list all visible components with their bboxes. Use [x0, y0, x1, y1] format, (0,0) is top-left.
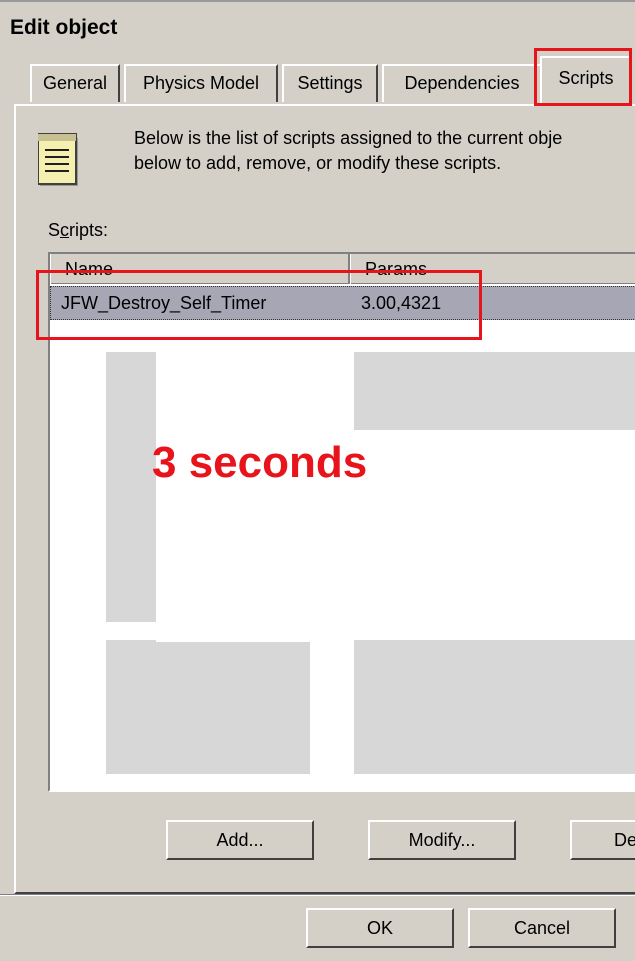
title-bar: Edit object: [0, 0, 635, 54]
description-line-1: Below is the list of scripts assigned to…: [134, 128, 563, 148]
tab-physics-model[interactable]: Physics Model: [124, 64, 278, 102]
tab-scripts[interactable]: Scripts: [540, 56, 632, 106]
delete-button[interactable]: De: [570, 820, 635, 860]
column-header-name[interactable]: Name: [50, 254, 350, 284]
notepad-icon: [38, 133, 78, 186]
table-row[interactable]: JFW_Destroy_Self_Timer 3.00,4321: [50, 286, 635, 320]
tab-general[interactable]: General: [30, 64, 120, 102]
ok-button[interactable]: OK: [306, 908, 454, 948]
description-line-2: below to add, remove, or modify these sc…: [134, 153, 502, 173]
add-button[interactable]: Add...: [166, 820, 314, 860]
tab-strip: General Physics Model Settings Dependenc…: [0, 54, 635, 106]
gray-block: [354, 352, 635, 430]
row-params-cell: 3.00,4321: [361, 293, 442, 313]
gray-block: [354, 640, 635, 774]
tab-settings[interactable]: Settings: [282, 64, 378, 102]
description-text: Below is the list of scripts assigned to…: [134, 126, 635, 176]
label-part: S: [48, 220, 61, 240]
modify-button[interactable]: Modify...: [368, 820, 516, 860]
window-title: Edit object: [10, 16, 118, 39]
listview-header: Name Params: [50, 254, 635, 284]
tab-dependencies[interactable]: Dependencies: [382, 64, 542, 102]
separator: [0, 894, 635, 896]
row-name-cell: JFW_Destroy_Self_Timer: [61, 293, 267, 313]
annotation-text: 3 seconds: [152, 438, 368, 487]
cancel-button[interactable]: Cancel: [468, 908, 616, 948]
label-mnemonic: c: [60, 220, 70, 240]
label-part: ripts:: [69, 220, 109, 240]
scripts-list-label: Scripts:: [48, 220, 108, 241]
column-header-params[interactable]: Params: [350, 254, 635, 284]
gray-block: [106, 640, 310, 774]
scripts-listview[interactable]: Name Params JFW_Destroy_Self_Timer 3.00,…: [48, 252, 635, 792]
